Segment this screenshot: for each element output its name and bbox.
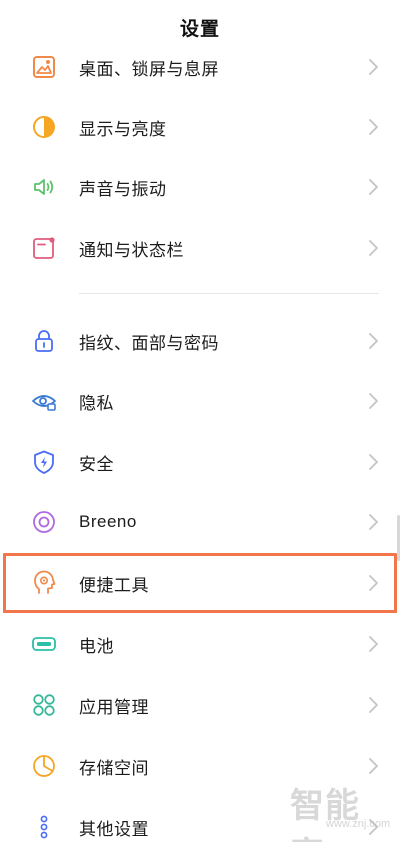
chevron-right-icon: [366, 238, 380, 258]
settings-item-breeno[interactable]: Breeno: [0, 494, 400, 550]
settings-item-label: 通知与状态栏: [79, 240, 184, 260]
battery-icon: [31, 631, 57, 657]
chevron-right-icon: [366, 452, 380, 472]
settings-item-label: 显示与亮度: [79, 119, 167, 139]
settings-item-label: 应用管理: [79, 697, 149, 717]
storage-pie-icon: [31, 753, 57, 779]
settings-item-display[interactable]: 显示与亮度: [0, 99, 400, 155]
watermark: 智能家 www.znj.com: [286, 778, 394, 842]
watermark-brand: 智能家: [290, 786, 360, 842]
chevron-right-icon: [366, 512, 380, 532]
wallpaper-icon: [31, 54, 57, 80]
chevron-right-icon: [366, 57, 380, 77]
chevron-right-icon: [366, 331, 380, 351]
settings-item-sound[interactable]: 声音与振动: [0, 159, 400, 215]
settings-item-biometrics[interactable]: 指纹、面部与密码: [0, 313, 400, 369]
chevron-right-icon: [366, 117, 380, 137]
brightness-icon: [31, 114, 57, 140]
settings-item-label: 安全: [79, 454, 114, 474]
speaker-icon: [31, 174, 57, 200]
settings-item-label: 桌面、锁屏与息屏: [79, 59, 219, 79]
watermark-url: www.znj.com: [326, 818, 391, 830]
notification-icon: [31, 235, 57, 261]
settings-item-label: 声音与振动: [79, 179, 167, 199]
settings-item-label: Breeno: [79, 512, 137, 531]
settings-item-wallpaper[interactable]: 桌面、锁屏与息屏: [0, 39, 400, 95]
breeno-icon: [31, 509, 57, 535]
lock-icon: [31, 328, 57, 354]
page-title: 设置: [179, 18, 220, 40]
settings-item-label: 指纹、面部与密码: [79, 333, 219, 353]
privacy-eye-icon: [31, 388, 57, 414]
highlight-box: [3, 553, 397, 613]
chevron-right-icon: [366, 756, 380, 776]
settings-item-battery[interactable]: 电池: [0, 616, 400, 672]
shield-icon: [31, 449, 57, 475]
chevron-right-icon: [366, 177, 380, 197]
section-divider: [79, 293, 379, 294]
settings-item-label: 电池: [79, 636, 114, 656]
settings-item-label: 其他设置: [79, 819, 149, 839]
settings-item-notifications[interactable]: 通知与状态栏: [0, 220, 400, 276]
app-grid-icon: [31, 692, 57, 718]
settings-item-privacy[interactable]: 隐私: [0, 373, 400, 429]
settings-item-app-management[interactable]: 应用管理: [0, 677, 400, 733]
settings-item-label: 存储空间: [79, 758, 149, 778]
chevron-right-icon: [366, 391, 380, 411]
chevron-right-icon: [366, 695, 380, 715]
settings-item-security[interactable]: 安全: [0, 434, 400, 490]
more-dots-icon: [31, 814, 57, 840]
settings-item-label: 隐私: [79, 393, 114, 413]
chevron-right-icon: [366, 634, 380, 654]
